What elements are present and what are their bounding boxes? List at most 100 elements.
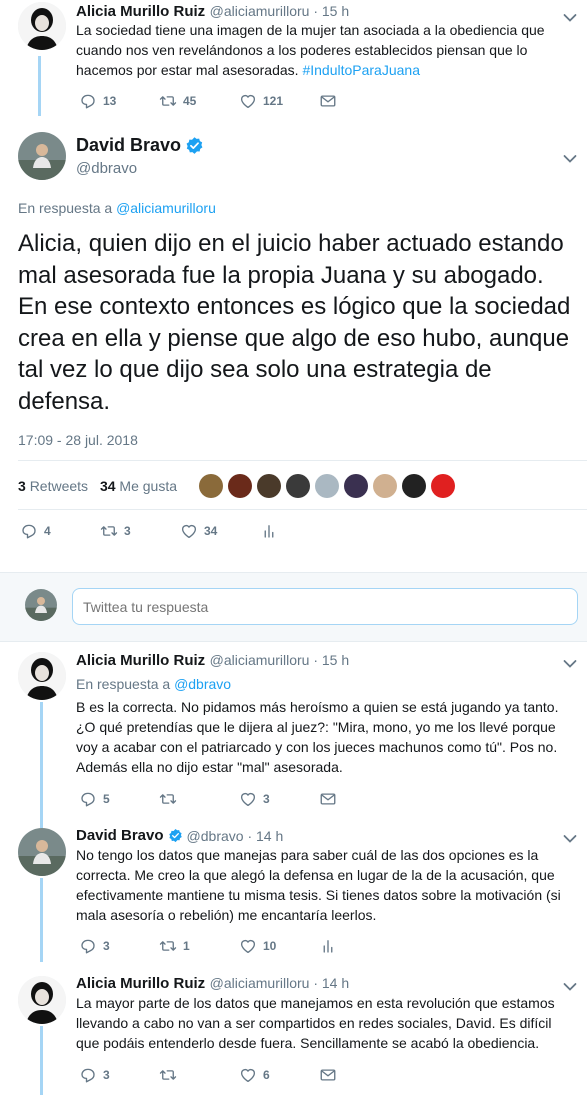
- tweet-actions: 3 1 10: [79, 937, 337, 955]
- tweet-timestamp[interactable]: 17:09 - 28 jul. 2018: [18, 432, 138, 448]
- like-total[interactable]: 34: [100, 478, 116, 494]
- avatar[interactable]: [18, 132, 66, 180]
- tweet-header: Alicia Murillo Ruiz @aliciamurilloru · 1…: [76, 3, 349, 21]
- reply-button[interactable]: 3: [79, 1066, 159, 1084]
- like-button[interactable]: 3: [239, 790, 319, 808]
- reply-button[interactable]: 3: [79, 937, 159, 955]
- chevron-down-icon[interactable]: [563, 151, 577, 161]
- retweet-button[interactable]: 45: [159, 92, 239, 110]
- retweet-button[interactable]: 3: [100, 522, 180, 540]
- chevron-down-icon[interactable]: [563, 656, 577, 666]
- reply-icon: [79, 937, 97, 955]
- heart-icon: [239, 937, 257, 955]
- chevron-down-icon[interactable]: [563, 10, 577, 20]
- liker-avatar[interactable]: [402, 474, 426, 498]
- reply-button[interactable]: 13: [79, 92, 159, 110]
- author-meta[interactable]: @aliciamurilloru · 15 h: [210, 652, 349, 668]
- author-meta[interactable]: @aliciamurilloru · 15 h: [210, 3, 349, 19]
- liker-avatar[interactable]: [257, 474, 281, 498]
- engagement-stats: 3 Retweets 34 Me gusta: [18, 478, 177, 494]
- tweet-header: Alicia Murillo Ruiz @aliciamurilloru · 1…: [76, 975, 349, 993]
- tweet-actions: 3 6: [79, 1066, 337, 1084]
- reply-count: 3: [103, 939, 110, 953]
- main-tweet-text: Alicia, quien dijo en el juicio haber ac…: [18, 230, 571, 415]
- reply-to-link[interactable]: @aliciamurilloru: [116, 200, 216, 216]
- author-name[interactable]: Alicia Murillo Ruiz: [76, 652, 205, 669]
- liker-avatar[interactable]: [199, 474, 223, 498]
- reply-to-link[interactable]: @dbravo: [174, 676, 231, 692]
- thread-line: [40, 878, 43, 962]
- liker-avatar[interactable]: [315, 474, 339, 498]
- like-count: 121: [263, 94, 284, 108]
- retweet-icon: [100, 522, 118, 540]
- avatar[interactable]: [18, 828, 66, 876]
- reply-count: 13: [103, 94, 117, 108]
- tweet-header: David Bravo @dbravo · 14 h: [76, 827, 283, 844]
- hashtag-link[interactable]: #IndultoParaJuana: [302, 62, 420, 78]
- heart-icon: [180, 522, 198, 540]
- retweet-button[interactable]: [159, 790, 239, 808]
- analytics-button[interactable]: [319, 937, 337, 955]
- author-name[interactable]: Alicia Murillo Ruiz: [76, 3, 205, 20]
- avatar[interactable]: [18, 2, 66, 50]
- like-total-label[interactable]: Me gusta: [119, 478, 177, 494]
- thread-line: [40, 702, 43, 832]
- envelope-icon: [319, 1066, 337, 1084]
- reply-count: 4: [44, 524, 51, 538]
- retweet-count: 1: [183, 939, 190, 953]
- stats-icon: [319, 937, 337, 955]
- reply-input[interactable]: [72, 588, 578, 625]
- like-button[interactable]: 6: [239, 1066, 319, 1084]
- retweet-button[interactable]: [159, 1066, 239, 1084]
- like-button[interactable]: 34: [180, 522, 260, 540]
- reply-context: En respuesta a @dbravo: [76, 676, 231, 692]
- liker-avatar[interactable]: [228, 474, 252, 498]
- tweet-text: La sociedad tiene una imagen de la mujer…: [76, 20, 556, 80]
- reply-icon: [79, 1066, 97, 1084]
- author-name[interactable]: David Bravo: [76, 135, 181, 156]
- envelope-icon: [319, 92, 337, 110]
- retweet-button[interactable]: 1: [159, 937, 239, 955]
- heart-icon: [239, 1066, 257, 1084]
- avatar: [25, 589, 57, 621]
- reply-icon: [79, 790, 97, 808]
- author-meta[interactable]: @aliciamurilloru · 14 h: [210, 975, 349, 991]
- chevron-down-icon[interactable]: [563, 979, 577, 989]
- tweet-text: No tengo los datos que manejas para sabe…: [76, 847, 561, 923]
- reply-context: En respuesta a @aliciamurilloru: [18, 200, 216, 216]
- author-name[interactable]: Alicia Murillo Ruiz: [76, 975, 205, 992]
- liker-avatar[interactable]: [286, 474, 310, 498]
- reply-button[interactable]: 4: [20, 522, 100, 540]
- like-count: 10: [263, 939, 277, 953]
- author-name[interactable]: David Bravo: [76, 827, 164, 844]
- author-meta[interactable]: @dbravo · 14 h: [187, 828, 284, 844]
- retweet-total[interactable]: 3: [18, 478, 26, 494]
- tweet-actions: 5 3: [79, 790, 337, 808]
- liker-avatar[interactable]: [431, 474, 455, 498]
- analytics-button[interactable]: [260, 522, 278, 540]
- author-handle[interactable]: @dbravo: [76, 160, 137, 177]
- stats-icon: [260, 522, 278, 540]
- retweet-total-label[interactable]: Retweets: [30, 478, 88, 494]
- reply-composer: [0, 572, 587, 642]
- liker-avatar[interactable]: [373, 474, 397, 498]
- liker-avatar[interactable]: [344, 474, 368, 498]
- direct-message-button[interactable]: [319, 790, 337, 808]
- avatar[interactable]: [18, 976, 66, 1024]
- like-button[interactable]: 10: [239, 937, 319, 955]
- direct-message-button[interactable]: [319, 1066, 337, 1084]
- like-button[interactable]: 121: [239, 92, 319, 110]
- direct-message-button[interactable]: [319, 92, 337, 110]
- reply-count: 5: [103, 792, 110, 806]
- avatar[interactable]: [18, 652, 66, 700]
- tweet-header: Alicia Murillo Ruiz @aliciamurilloru · 1…: [76, 652, 349, 670]
- thread-line: [38, 56, 41, 116]
- like-count: 6: [263, 1068, 270, 1082]
- like-count: 34: [204, 524, 218, 538]
- tweet-actions: 4 3 34: [20, 522, 278, 540]
- heart-icon: [239, 790, 257, 808]
- chevron-down-icon[interactable]: [563, 831, 577, 841]
- retweet-icon: [159, 92, 177, 110]
- reply-button[interactable]: 5: [79, 790, 159, 808]
- main-tweet-author: David Bravo: [76, 135, 204, 156]
